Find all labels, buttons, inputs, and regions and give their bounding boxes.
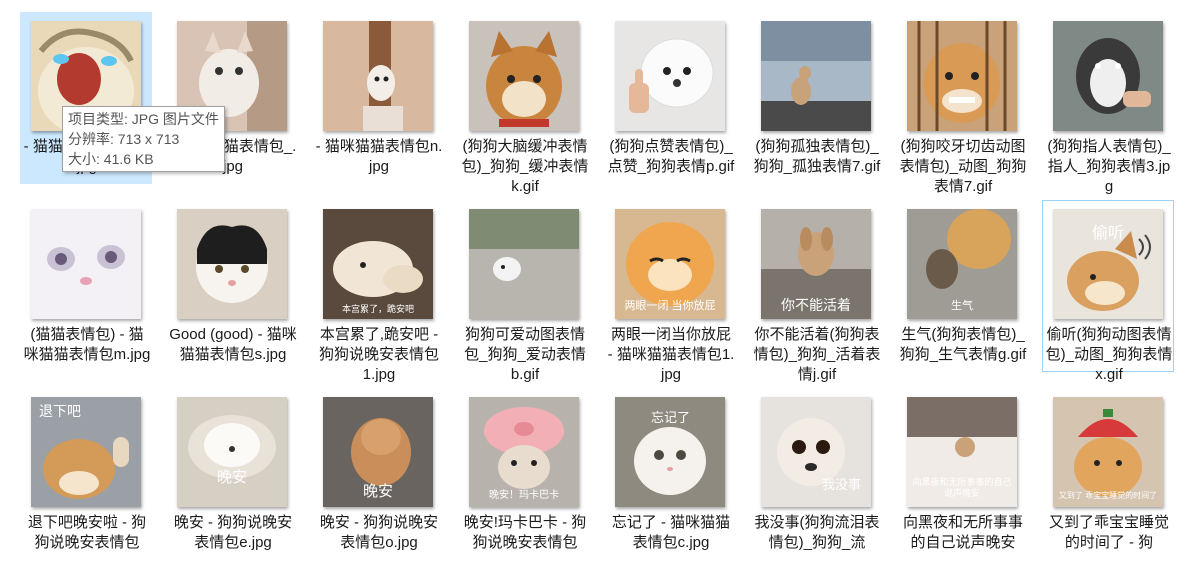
file-name: - 猫咪猫猫表情包n.jpg bbox=[315, 138, 443, 175]
file-item[interactable]: (狗狗孤独表情包)_狗狗_孤独表情7.gif bbox=[750, 12, 882, 184]
thumbnail-sleeping-white-dog: 晚安 bbox=[177, 397, 287, 507]
file-item[interactable]: 晚安 晚安 - 狗狗说晚安表情包o.jpg bbox=[312, 388, 444, 560]
file-item[interactable]: 狗狗可爱动图表情包_狗狗_爱动表情b.gif bbox=[458, 200, 590, 383]
file-item[interactable]: 我没事 我没事(狗狗流泪表情包)_狗狗_流 bbox=[750, 388, 882, 560]
file-item[interactable]: 忘记了 忘记了 - 猫咪猫猫表情包c.jpg bbox=[604, 388, 736, 560]
file-name: (狗狗指人表情包)_指人_狗狗表情3.jpg bbox=[1047, 138, 1171, 195]
tooltip-resolution: 分辨率: 713 x 713 bbox=[68, 131, 180, 147]
file-item[interactable]: 向黑夜和无所事事的自己说声晚安 向黑夜和无所事事的自己说声晚安 bbox=[896, 388, 1028, 560]
caption-overlay: 忘记了 bbox=[651, 410, 691, 425]
thumbnail-lonely-dog bbox=[761, 21, 871, 131]
file-name: 退下吧晚安啦 - 狗狗说晚安表情包 bbox=[27, 514, 147, 551]
caption-overlay: 生气 bbox=[951, 300, 973, 312]
file-item[interactable]: (狗狗点赞表情包)_点赞_狗狗表情p.gif bbox=[604, 12, 736, 184]
thumbnail-angry-dog: 生气 bbox=[907, 209, 1017, 319]
file-name: 忘记了 - 猫咪猫猫表情包c.jpg bbox=[611, 514, 731, 551]
tooltip-type: 项目类型: JPG 图片文件 bbox=[68, 111, 219, 127]
file-name: (狗狗孤独表情包)_狗狗_孤独表情7.gif bbox=[753, 138, 881, 175]
caption-overlay: 本宫累了，跪安吧 bbox=[341, 304, 414, 314]
file-name: 向黑夜和无所事事的自己说声晚安 bbox=[902, 514, 1023, 551]
file-name: 两眼一闭当你放屁 - 猫咪猫猫表情包1.jpg bbox=[607, 326, 735, 383]
caption-overlay: 又到了 乖宝宝睡觉的时间了 bbox=[1058, 491, 1158, 500]
file-name: (狗狗大脑缓冲表情包)_狗狗_缓冲表情k.gif bbox=[461, 138, 589, 195]
file-item[interactable]: (狗狗咬牙切齿动图表情包)_动图_狗狗表情7.gif bbox=[896, 12, 1028, 195]
thumbnail-chihuahua: 你不能活着 bbox=[761, 209, 871, 319]
caption-overlay: 晚安！玛卡巴卡 bbox=[489, 490, 559, 501]
caption-overlay: 你不能活着 bbox=[781, 297, 851, 313]
file-item[interactable]: Good (good) - 猫咪猫猫表情包s.jpg bbox=[166, 200, 298, 372]
file-name: (狗狗点赞表情包)_点赞_狗狗表情p.gif bbox=[607, 138, 735, 175]
file-item[interactable]: 晚安 晚安 - 狗狗说晚安表情包e.jpg bbox=[166, 388, 298, 560]
thumbnail-pig-hat-cat: 晚安！玛卡巴卡 bbox=[469, 397, 579, 507]
file-name: 你不能活着(狗狗表情包)_狗狗_活着表情j.gif bbox=[753, 326, 881, 383]
thumbnail-night-dog: 向黑夜和无所事事的自己说声晚安 bbox=[907, 397, 1017, 507]
thumbnail-white-cat-face bbox=[31, 209, 141, 319]
tooltip-size: 大小: 41.6 KB bbox=[68, 151, 154, 167]
file-item[interactable]: 偷听 偷听(狗狗动图表情包)_动图_狗狗表情x.gif bbox=[1042, 200, 1174, 383]
caption-overlay: 退下吧 bbox=[39, 403, 81, 419]
file-name: Good (good) - 猫咪猫猫表情包s.jpg bbox=[169, 326, 297, 363]
thumbnail-teeth-dog bbox=[907, 21, 1017, 131]
file-name: 本宫累了,跪安吧 - 狗狗说晚安表情包1.jpg bbox=[318, 326, 439, 383]
file-name: 晚安!玛卡巴卡 - 狗狗说晚安表情包 bbox=[463, 514, 587, 551]
file-name: 晚安 - 狗狗说晚安表情包o.jpg bbox=[319, 514, 439, 551]
file-name: 又到了乖宝宝睡觉的时间了 - 狗 bbox=[1048, 514, 1169, 551]
file-grid: - 猫猫猫猫表情包_.jpg - 猫咪猫猫表情包_.jpg - 猫咪猫猫表情包n… bbox=[0, 0, 1182, 552]
thumbnail-thumbs-up-dog bbox=[615, 21, 725, 131]
file-item[interactable]: (狗狗指人表情包)_指人_狗狗表情3.jpg bbox=[1042, 12, 1174, 195]
file-item[interactable]: 晚安！玛卡巴卡 晚安!玛卡巴卡 - 狗狗说晚安表情包 bbox=[458, 388, 590, 560]
caption-overlay: 两眼一闭 当你放屁 bbox=[624, 300, 716, 312]
file-item[interactable]: 退下吧 退下吧晚安啦 - 狗狗说晚安表情包 bbox=[20, 388, 152, 560]
file-info-tooltip: 项目类型: JPG 图片文件 分辨率: 713 x 713 大小: 41.6 K… bbox=[62, 106, 225, 172]
thumbnail-hiding-cat bbox=[323, 21, 433, 131]
caption-overlay: 晚安 bbox=[216, 469, 247, 486]
file-name: 生气(狗狗表情包)_狗狗_生气表情g.gif bbox=[899, 326, 1027, 363]
file-name: (狗狗咬牙切齿动图表情包)_动图_狗狗表情7.gif bbox=[899, 138, 1027, 195]
thumbnail-running-puppy bbox=[469, 209, 579, 319]
file-item[interactable]: 两眼一闭 当你放屁 两眼一闭当你放屁 - 猫咪猫猫表情包1.jpg bbox=[604, 200, 736, 383]
file-name: (猫猫表情包) - 猫咪猫猫表情包m.jpg bbox=[23, 326, 151, 363]
file-name: 偷听(狗狗动图表情包)_动图_狗狗表情x.gif bbox=[1045, 326, 1173, 383]
thumbnail-shiba-loading bbox=[469, 21, 579, 131]
file-name: 我没事(狗狗流泪表情包)_狗狗_流 bbox=[754, 514, 880, 551]
caption-overlay: 偷听 bbox=[1091, 225, 1124, 242]
file-item[interactable]: 生气 生气(狗狗表情包)_狗狗_生气表情g.gif bbox=[896, 200, 1028, 372]
thumbnail-orange-cat: 两眼一闭 当你放屁 bbox=[615, 209, 725, 319]
thumbnail-pointing-dog bbox=[1053, 21, 1163, 131]
thumbnail-tuxedo-cat bbox=[177, 209, 287, 319]
file-item[interactable]: 本宫累了，跪安吧 本宫累了,跪安吧 - 狗狗说晚安表情包1.jpg bbox=[312, 200, 444, 383]
file-name: 狗狗可爱动图表情包_狗狗_爱动表情b.gif bbox=[464, 326, 586, 383]
file-item[interactable]: 又到了 乖宝宝睡觉的时间了 又到了乖宝宝睡觉的时间了 - 狗 bbox=[1042, 388, 1174, 560]
file-item[interactable]: 你不能活着 你不能活着(狗狗表情包)_狗狗_活着表情j.gif bbox=[750, 200, 882, 383]
caption-overlay: 向黑夜和无所事事的自己说声晚安 bbox=[912, 477, 1012, 498]
file-item[interactable]: (狗狗大脑缓冲表情包)_狗狗_缓冲表情k.gif bbox=[458, 12, 590, 195]
thumbnail-lying-dog: 晚安 bbox=[323, 397, 433, 507]
thumbnail-teary-chihuahua: 我没事 bbox=[761, 397, 871, 507]
file-item[interactable]: (猫猫表情包) - 猫咪猫猫表情包m.jpg bbox=[20, 200, 152, 372]
caption-overlay: 我没事 bbox=[821, 477, 861, 492]
caption-overlay: 晚安 bbox=[362, 483, 393, 500]
thumbnail-strawberry-hat-dog: 又到了 乖宝宝睡觉的时间了 bbox=[1053, 397, 1163, 507]
thumbnail-waving-shiba: 退下吧 bbox=[31, 397, 141, 507]
thumbnail-eavesdrop-shiba: 偷听 bbox=[1053, 209, 1163, 319]
file-name: 晚安 - 狗狗说晚安表情包e.jpg bbox=[173, 514, 293, 551]
thumbnail-tired-dog: 本宫累了，跪安吧 bbox=[323, 209, 433, 319]
file-item[interactable]: - 猫咪猫猫表情包n.jpg bbox=[312, 12, 444, 184]
thumbnail-forgot-cat: 忘记了 bbox=[615, 397, 725, 507]
